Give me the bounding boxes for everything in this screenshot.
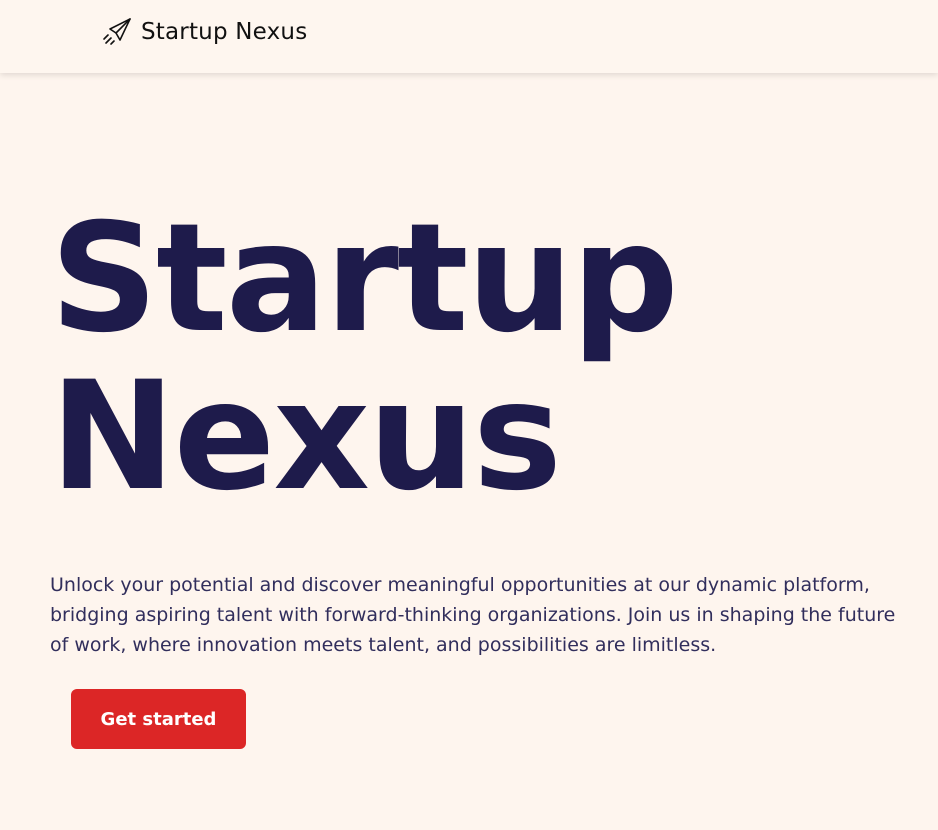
navbar: Startup Nexus bbox=[0, 0, 938, 73]
hero-title: Startup Nexus bbox=[50, 192, 679, 524]
brand-link[interactable]: Startup Nexus bbox=[101, 16, 307, 48]
get-started-button[interactable]: Get started bbox=[71, 689, 246, 749]
hero-title-line-2: Nexus bbox=[50, 350, 562, 524]
brand-name: Startup Nexus bbox=[141, 19, 308, 45]
hero-title-line-1: Startup bbox=[50, 192, 679, 366]
paper-plane-icon bbox=[101, 16, 133, 48]
hero-description: Unlock your potential and discover meani… bbox=[50, 574, 896, 656]
landing-page: Startup Nexus Startup Nexus Unlock your … bbox=[0, 0, 938, 830]
